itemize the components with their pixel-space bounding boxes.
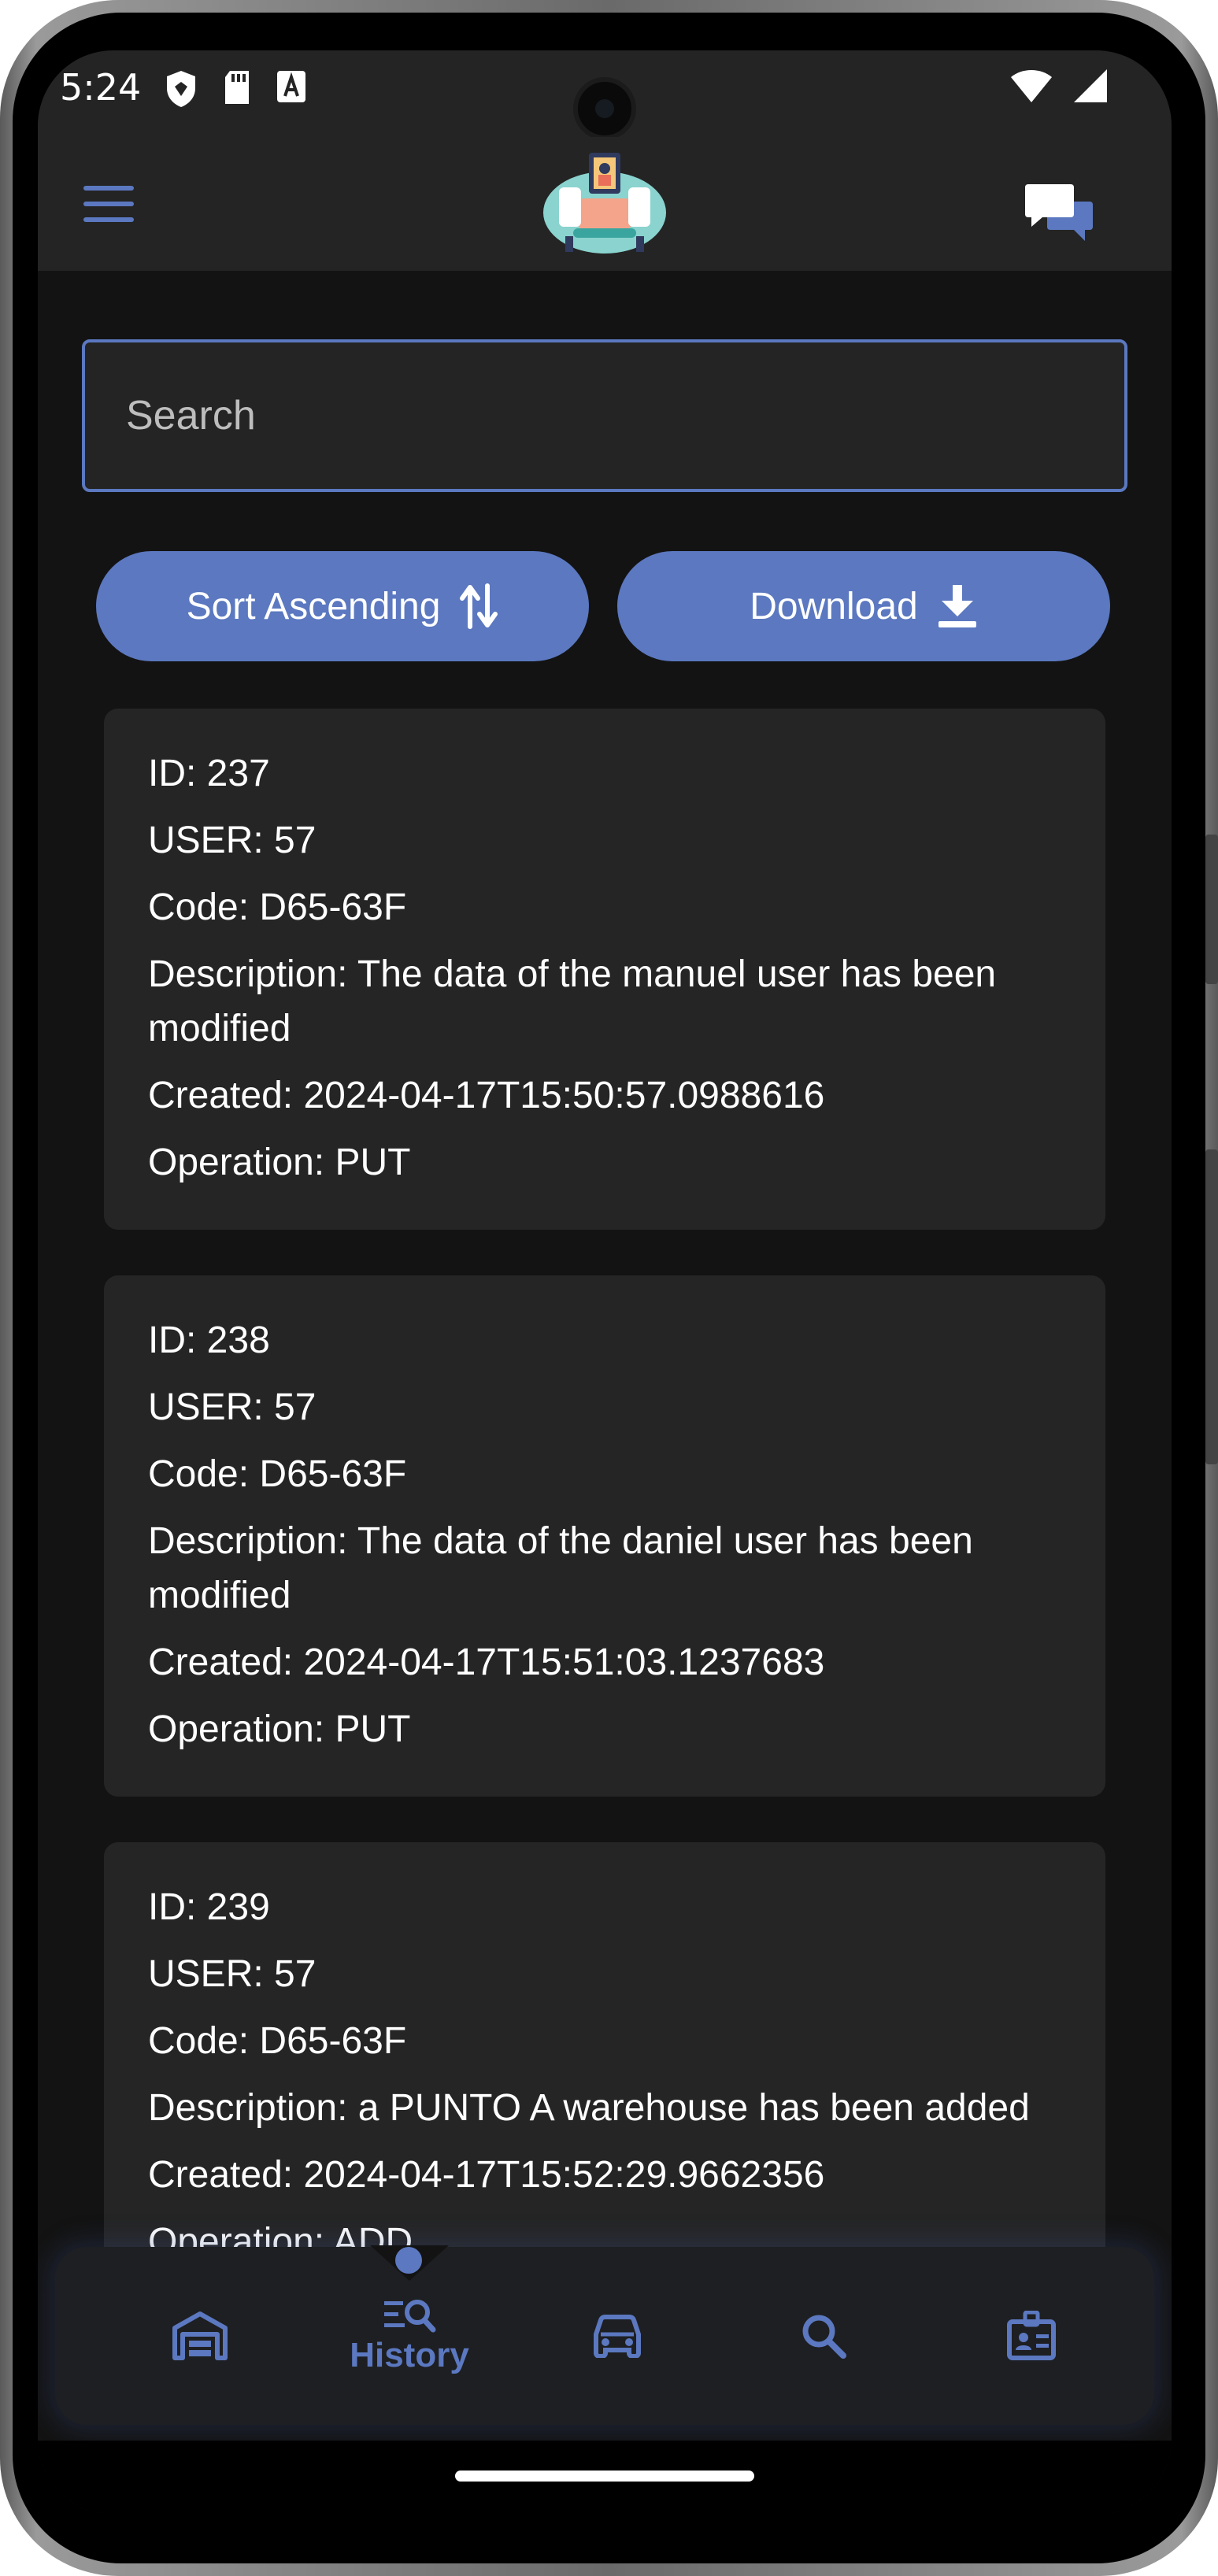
wifi-icon <box>1011 70 1052 102</box>
app-bar <box>38 137 1172 271</box>
record-operation: Operation: PUT <box>148 1708 411 1750</box>
search-icon <box>802 2315 846 2359</box>
nav-item-profile[interactable] <box>953 2247 1110 2425</box>
nav-item-warehouse[interactable] <box>121 2247 279 2425</box>
record-created: Created: 2024-04-17T15:50:57.0988616 <box>148 1075 825 1116</box>
warehouse-icon <box>172 2311 228 2360</box>
record-id: ID: 238 <box>148 1319 270 1361</box>
status-icons-right <box>1009 68 1109 104</box>
nav-item-vehicles[interactable] <box>539 2247 696 2425</box>
record-description: Description: a PUNTO A warehouse has bee… <box>148 2087 1030 2129</box>
nav-label-history: History <box>350 2336 469 2374</box>
download-button-label: Download <box>750 585 918 627</box>
record-description: Description: The data of the daniel user… <box>148 1520 973 1616</box>
status-bar: 5:24 <box>38 50 1172 140</box>
app-logo <box>543 153 666 254</box>
shield-icon <box>167 71 195 107</box>
sort-ascending-button[interactable]: Sort Ascending <box>96 551 589 661</box>
record-description: Description: The data of the manuel user… <box>148 953 997 1049</box>
search-input[interactable] <box>85 342 1124 489</box>
power-button <box>1205 835 1218 984</box>
record-user: USER: 57 <box>148 1953 317 1995</box>
bottom-navigation: History <box>55 2245 1154 2425</box>
swap-vertical-icon <box>460 583 498 629</box>
download-icon <box>938 585 976 627</box>
nav-item-search[interactable] <box>745 2247 902 2425</box>
search-field[interactable] <box>82 339 1127 492</box>
record-created: Created: 2024-04-17T15:52:29.9662356 <box>148 2154 825 2196</box>
record-operation: Operation: PUT <box>148 1142 411 1183</box>
phone-frame: 5:24 Search Sort Ascending Download ID: … <box>0 0 1218 2576</box>
screen: 5:24 Search Sort Ascending Download ID: … <box>38 50 1172 2515</box>
cell-signal-icon <box>1074 69 1107 102</box>
record-user: USER: 57 <box>148 1386 317 1428</box>
record-code: Code: D65-63F <box>148 886 407 928</box>
sd-card-icon <box>225 71 249 104</box>
history-card[interactable]: ID: 238 USER: 57 Code: D65-63F Descripti… <box>104 1275 1105 1797</box>
history-icon <box>384 2300 436 2333</box>
record-user: USER: 57 <box>148 820 317 861</box>
history-card[interactable]: ID: 237 USER: 57 Code: D65-63F Descripti… <box>104 709 1105 1230</box>
text-a-icon <box>277 71 305 102</box>
record-code: Code: D65-63F <box>148 2020 407 2062</box>
status-icons-left <box>164 69 307 109</box>
status-time: 5:24 <box>60 66 142 109</box>
home-gesture-bar[interactable] <box>455 2471 754 2482</box>
menu-icon[interactable] <box>83 186 134 224</box>
record-id: ID: 237 <box>148 753 270 794</box>
download-button[interactable]: Download <box>617 551 1110 661</box>
chat-icon[interactable] <box>1024 181 1094 244</box>
record-created: Created: 2024-04-17T15:51:03.1237683 <box>148 1641 825 1683</box>
car-icon <box>594 2315 641 2358</box>
record-code: Code: D65-63F <box>148 1453 407 1495</box>
sort-button-label: Sort Ascending <box>186 585 441 627</box>
record-id: ID: 239 <box>148 1886 270 1928</box>
volume-button <box>1205 1149 1218 1464</box>
badge-icon <box>1007 2311 1056 2360</box>
nav-item-history[interactable]: History <box>331 2247 488 2425</box>
front-camera <box>573 77 636 140</box>
